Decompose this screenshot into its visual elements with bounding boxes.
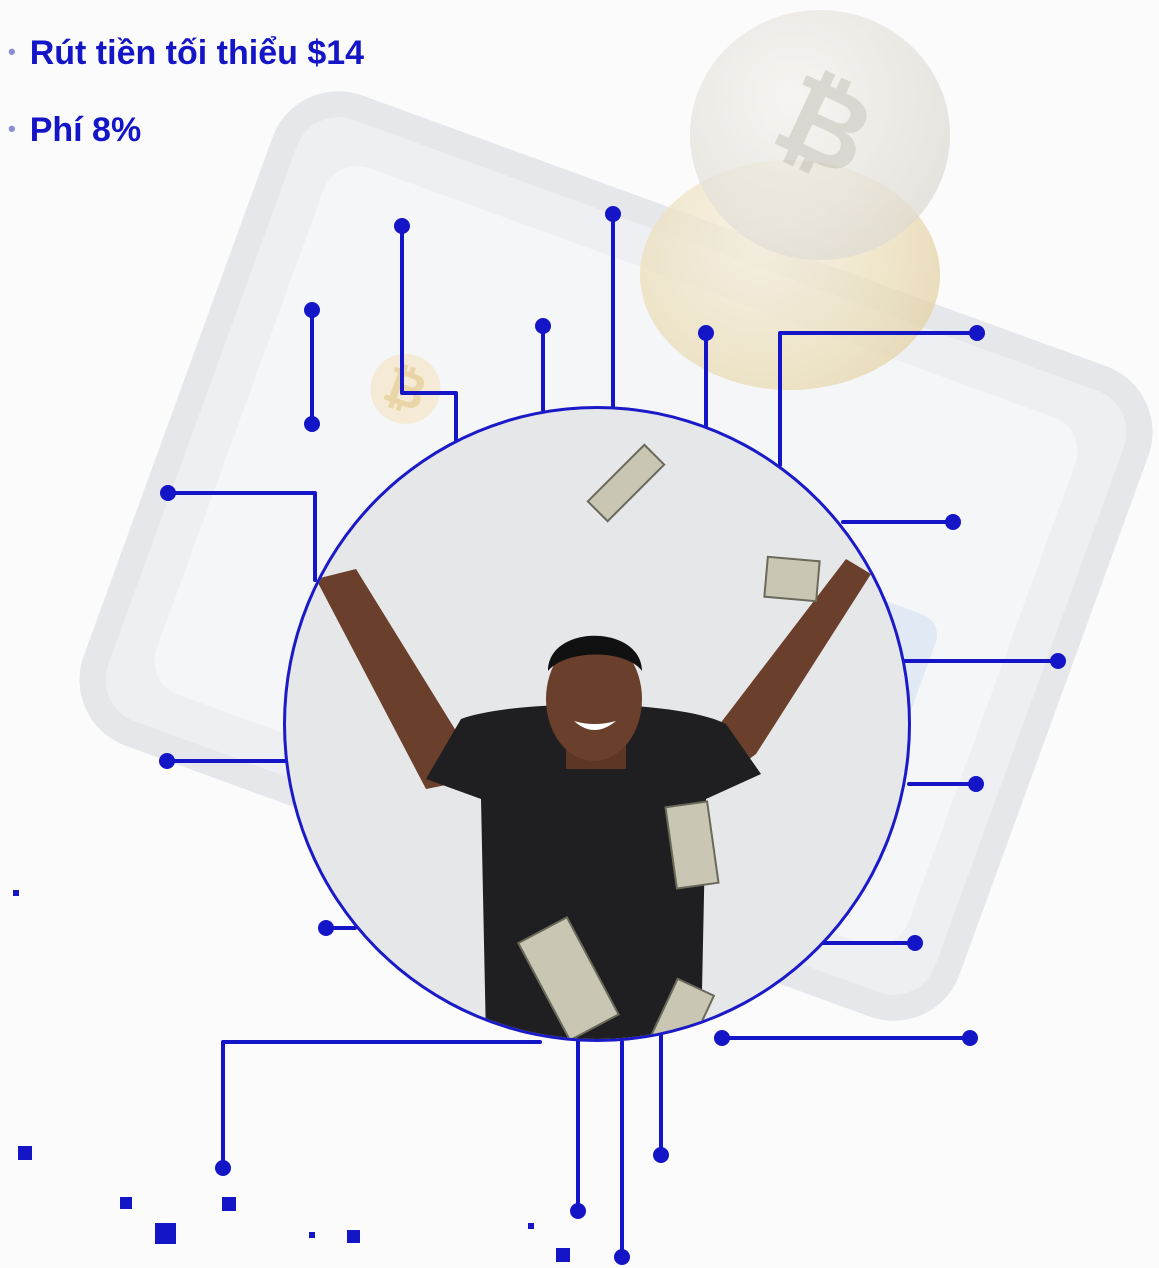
decor-square bbox=[309, 1232, 315, 1238]
decor-square bbox=[13, 890, 19, 896]
decor-square bbox=[528, 1223, 534, 1229]
decor-square bbox=[556, 1248, 570, 1262]
decor-square bbox=[18, 1146, 32, 1160]
hero-photo-circle bbox=[283, 406, 911, 1042]
man-with-money-photo bbox=[316, 443, 871, 1039]
decor-square bbox=[155, 1223, 176, 1244]
decor-square bbox=[222, 1197, 236, 1211]
decor-square bbox=[120, 1197, 132, 1209]
decor-square bbox=[347, 1230, 360, 1243]
